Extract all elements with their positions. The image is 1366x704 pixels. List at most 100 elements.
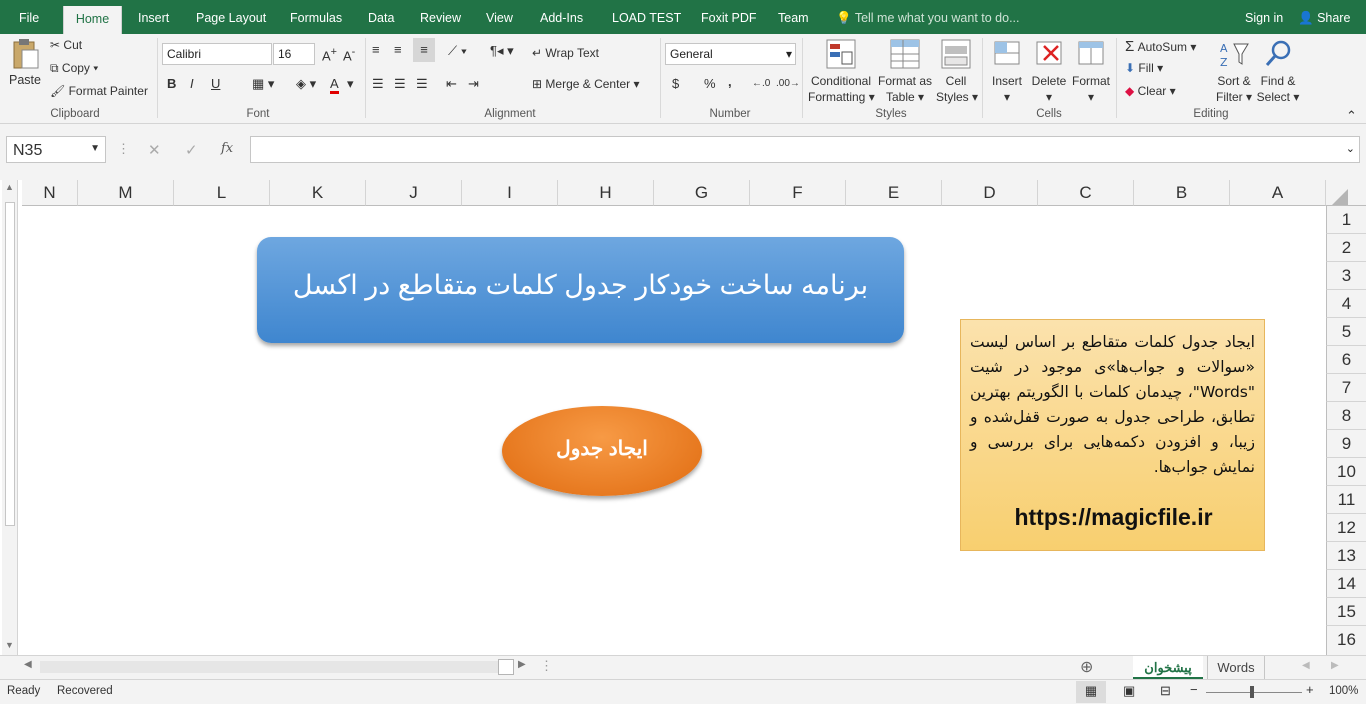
collapse-ribbon-icon[interactable]: ⌃ xyxy=(1346,108,1357,124)
scroll-down-icon[interactable]: ▼ xyxy=(5,640,14,650)
format-as-table-button[interactable]: Format as Table ▾ xyxy=(876,38,934,105)
bold-button[interactable]: B xyxy=(167,76,176,91)
row-header[interactable]: 16 xyxy=(1326,626,1366,655)
row-header[interactable]: 5 xyxy=(1326,318,1366,346)
formula-input[interactable]: ⌄ xyxy=(250,136,1360,163)
column-header[interactable]: B xyxy=(1134,180,1230,206)
zoom-out-icon[interactable]: − xyxy=(1190,682,1198,697)
underline-button[interactable]: U xyxy=(211,76,220,91)
italic-button[interactable]: I xyxy=(190,76,194,91)
column-header[interactable]: L xyxy=(174,180,270,206)
column-header[interactable]: F xyxy=(750,180,846,206)
number-format-combo[interactable]: General ▾ xyxy=(665,43,796,65)
find-select-button[interactable]: Find & Select ▾ xyxy=(1256,38,1300,105)
copy-button[interactable]: ⧉ Copy ▾ xyxy=(50,61,98,76)
tab-data[interactable]: Data xyxy=(368,11,394,25)
cancel-icon[interactable]: ✕ xyxy=(148,141,161,159)
decrease-font-icon[interactable]: A- xyxy=(343,46,355,63)
fill-button[interactable]: ⬇ Fill ▾ xyxy=(1125,61,1163,75)
name-box[interactable]: N35 ▼ xyxy=(6,136,106,163)
align-right-icon[interactable]: ☰ xyxy=(416,76,428,92)
row-header[interactable]: 15 xyxy=(1326,598,1366,626)
autosum-button[interactable]: Σ AutoSum ▾ xyxy=(1125,38,1196,55)
row-header[interactable]: 7 xyxy=(1326,374,1366,402)
fill-color-icon[interactable]: ◈ ▾ xyxy=(296,76,316,92)
font-color-dropdown-icon[interactable]: ▾ xyxy=(347,76,354,92)
align-middle-icon[interactable]: ≡ xyxy=(394,42,402,57)
page-break-view-icon[interactable]: ⊟ xyxy=(1160,683,1171,699)
tab-file[interactable]: File xyxy=(19,11,39,25)
column-header[interactable]: E xyxy=(846,180,942,206)
sign-in-link[interactable]: Sign in xyxy=(1245,11,1283,25)
insert-function-button[interactable]: fx xyxy=(221,141,233,156)
zoom-slider-thumb[interactable] xyxy=(1250,686,1254,698)
clear-button[interactable]: ◆ Clear ▾ xyxy=(1125,84,1176,98)
tell-me-box[interactable]: 💡 Tell me what you want to do... xyxy=(836,11,1020,26)
expand-formula-icon[interactable]: ⌄ xyxy=(1346,142,1355,155)
tab-home[interactable]: Home xyxy=(63,6,122,34)
scroll-right-icon[interactable]: ▶ xyxy=(518,659,526,670)
share-button[interactable]: 👤 Share xyxy=(1298,11,1350,26)
row-header[interactable]: 8 xyxy=(1326,402,1366,430)
horizontal-scroll-thumb[interactable] xyxy=(498,659,514,675)
row-header[interactable]: 11 xyxy=(1326,486,1366,514)
decrease-decimal-icon[interactable]: .00→ xyxy=(776,78,800,89)
zoom-in-icon[interactable]: + xyxy=(1306,682,1314,697)
worksheet-grid[interactable]: ▲ ▼ N M L K J I H G F E D C B A 1 2 3 4 … xyxy=(0,180,1366,655)
horizontal-scrollbar[interactable] xyxy=(40,661,498,673)
row-header[interactable]: 3 xyxy=(1326,262,1366,290)
split-handle-icon[interactable]: ⋮ xyxy=(540,658,553,674)
merge-center-button[interactable]: ⊞ Merge & Center ▾ xyxy=(532,77,639,91)
next-sheet-icon[interactable]: ▶ xyxy=(1331,660,1339,671)
currency-button[interactable]: $ xyxy=(672,76,679,91)
tab-review[interactable]: Review xyxy=(420,11,461,25)
tab-page-layout[interactable]: Page Layout xyxy=(196,11,266,25)
column-header[interactable]: A xyxy=(1230,180,1326,206)
cut-button[interactable]: ✂ Cut xyxy=(50,38,82,52)
column-header[interactable]: M xyxy=(78,180,174,206)
create-table-button[interactable]: ایجاد جدول xyxy=(502,406,702,496)
tab-foxit-pdf[interactable]: Foxit PDF xyxy=(701,11,757,25)
column-header[interactable]: K xyxy=(270,180,366,206)
row-header[interactable]: 12 xyxy=(1326,514,1366,542)
sheet-tab-words[interactable]: Words xyxy=(1207,656,1265,680)
rtl-direction-icon[interactable]: ¶◂ ▾ xyxy=(490,43,514,59)
tab-add-ins[interactable]: Add-Ins xyxy=(540,11,583,25)
row-header[interactable]: 6 xyxy=(1326,346,1366,374)
insert-cells-button[interactable]: Insert ▾ xyxy=(988,38,1026,105)
enter-icon[interactable]: ✓ xyxy=(185,141,198,159)
zoom-slider[interactable] xyxy=(1206,692,1302,693)
row-header[interactable]: 9 xyxy=(1326,430,1366,458)
row-header[interactable]: 13 xyxy=(1326,542,1366,570)
column-header[interactable]: N xyxy=(22,180,78,206)
align-top-icon[interactable]: ≡ xyxy=(372,42,380,57)
paste-button[interactable]: Paste xyxy=(8,38,42,102)
orientation-icon[interactable]: ⟋ ▾ xyxy=(448,43,467,59)
page-layout-view-icon[interactable]: ▣ xyxy=(1123,683,1135,699)
column-header[interactable]: I xyxy=(462,180,558,206)
row-header[interactable]: 14 xyxy=(1326,570,1366,598)
format-painter-button[interactable]: 🖌 Format Painter xyxy=(50,84,148,98)
prev-sheet-icon[interactable]: ◀ xyxy=(1302,660,1310,671)
conditional-formatting-button[interactable]: Conditional Formatting ▾ xyxy=(808,38,875,105)
comma-button[interactable]: , xyxy=(728,74,732,89)
font-name-combo[interactable]: Calibri xyxy=(162,43,272,65)
column-header[interactable]: C xyxy=(1038,180,1134,206)
increase-font-icon[interactable]: A+ xyxy=(322,46,337,63)
column-header[interactable]: H xyxy=(558,180,654,206)
website-link[interactable]: https://magicfile.ir xyxy=(961,505,1266,530)
cell-styles-button[interactable]: Cell Styles ▾ xyxy=(936,38,978,105)
align-bottom-icon[interactable]: ≡ xyxy=(413,38,435,62)
column-header[interactable]: D xyxy=(942,180,1038,206)
align-left-icon[interactable]: ☰ xyxy=(372,76,384,92)
tab-insert[interactable]: Insert xyxy=(138,11,169,25)
scroll-up-icon[interactable]: ▲ xyxy=(5,182,14,192)
decrease-indent-icon[interactable]: ⇤ xyxy=(446,76,457,92)
tab-load-test[interactable]: LOAD TEST xyxy=(612,11,681,25)
column-header[interactable]: J xyxy=(366,180,462,206)
tab-view[interactable]: View xyxy=(486,11,513,25)
scroll-thumb[interactable] xyxy=(5,202,15,526)
scroll-left-icon[interactable]: ◀ xyxy=(24,659,32,670)
wrap-text-button[interactable]: ↵ Wrap Text xyxy=(532,46,599,60)
row-header[interactable]: 4 xyxy=(1326,290,1366,318)
